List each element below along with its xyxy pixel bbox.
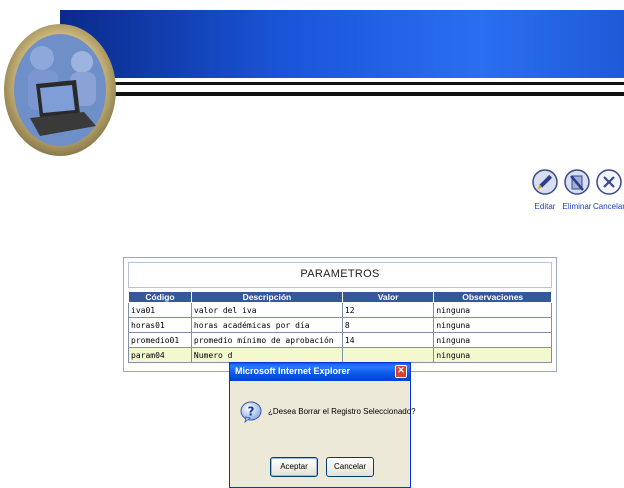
confirm-delete-dialog: Microsoft Internet Explorer ✕ ? ¿Desea B…	[229, 362, 416, 488]
cell-codigo: iva01	[128, 302, 192, 318]
dialog-message: ¿Desea Borrar el Registro Seleccionado?	[268, 407, 416, 416]
cancel-dialog-button[interactable]: Cancelar	[326, 457, 374, 477]
dialog-close-button[interactable]: ✕	[395, 365, 407, 378]
close-icon: ✕	[397, 365, 405, 375]
panel-title-box: PARAMETROS	[128, 262, 552, 288]
cell-descripcion: promedio mínimo de aprobación	[190, 332, 343, 348]
cell-codigo: horas01	[128, 317, 192, 333]
delete-icon	[564, 169, 590, 195]
column-header-observaciones[interactable]: Observaciones	[433, 291, 552, 303]
edit-button[interactable]: Editar	[528, 168, 562, 211]
cell-descripcion: valor del iva	[190, 302, 343, 318]
edit-icon	[532, 169, 558, 195]
parameters-panel: PARAMETROS Código Descripción Valor Obse…	[123, 257, 557, 372]
edit-label: Editar	[534, 202, 556, 211]
header-banner	[0, 0, 624, 156]
cell-descripcion: horas académicas por día	[190, 317, 343, 333]
column-header-codigo[interactable]: Código	[128, 291, 192, 303]
delete-button[interactable]: Eliminar	[560, 168, 594, 211]
dialog-titlebar[interactable]: Microsoft Internet Explorer ✕	[230, 363, 410, 381]
cell-observaciones: ninguna	[433, 332, 552, 348]
parameters-table: Código Descripción Valor Observaciones i…	[128, 291, 552, 363]
cell-valor: 12	[341, 302, 435, 318]
cell-valor: 8	[341, 317, 435, 333]
cell-valor	[341, 347, 435, 363]
banner-blue-band	[60, 10, 624, 78]
accept-button[interactable]: Aceptar	[270, 457, 318, 477]
cell-observaciones: ninguna	[433, 317, 552, 333]
cancel-label: Cancelar	[592, 202, 624, 211]
banner-divider	[60, 82, 624, 85]
cell-codigo: param04	[128, 347, 192, 363]
cell-codigo: promedio01	[128, 332, 192, 348]
table-header-row: Código Descripción Valor Observaciones	[128, 291, 552, 303]
question-icon: ?	[240, 401, 262, 423]
delete-label: Eliminar	[562, 202, 592, 211]
cell-observaciones: ninguna	[433, 347, 552, 363]
banner-divider	[60, 92, 624, 96]
cell-valor: 14	[341, 332, 435, 348]
table-row[interactable]: promedio01 promedio mínimo de aprobación…	[128, 332, 552, 348]
cancel-button[interactable]: Cancelar	[592, 168, 624, 211]
close-icon	[596, 169, 622, 195]
table-row[interactable]: iva01 valor del iva 12 ninguna	[128, 302, 552, 318]
cell-descripcion: Numero d	[190, 347, 343, 363]
cell-observaciones: ninguna	[433, 302, 552, 318]
record-actions: Editar Eliminar Cancelar	[528, 168, 624, 228]
table-row-selected[interactable]: param04 Numero d ninguna	[128, 347, 552, 363]
column-header-descripcion[interactable]: Descripción	[190, 291, 343, 303]
panel-title: PARAMETROS	[300, 268, 380, 280]
table-row[interactable]: horas01 horas académicas por día 8 ningu…	[128, 317, 552, 333]
svg-text:?: ?	[248, 405, 255, 419]
laptop-user-logo	[4, 24, 116, 156]
dialog-title: Microsoft Internet Explorer	[235, 366, 351, 376]
column-header-valor[interactable]: Valor	[341, 291, 435, 303]
